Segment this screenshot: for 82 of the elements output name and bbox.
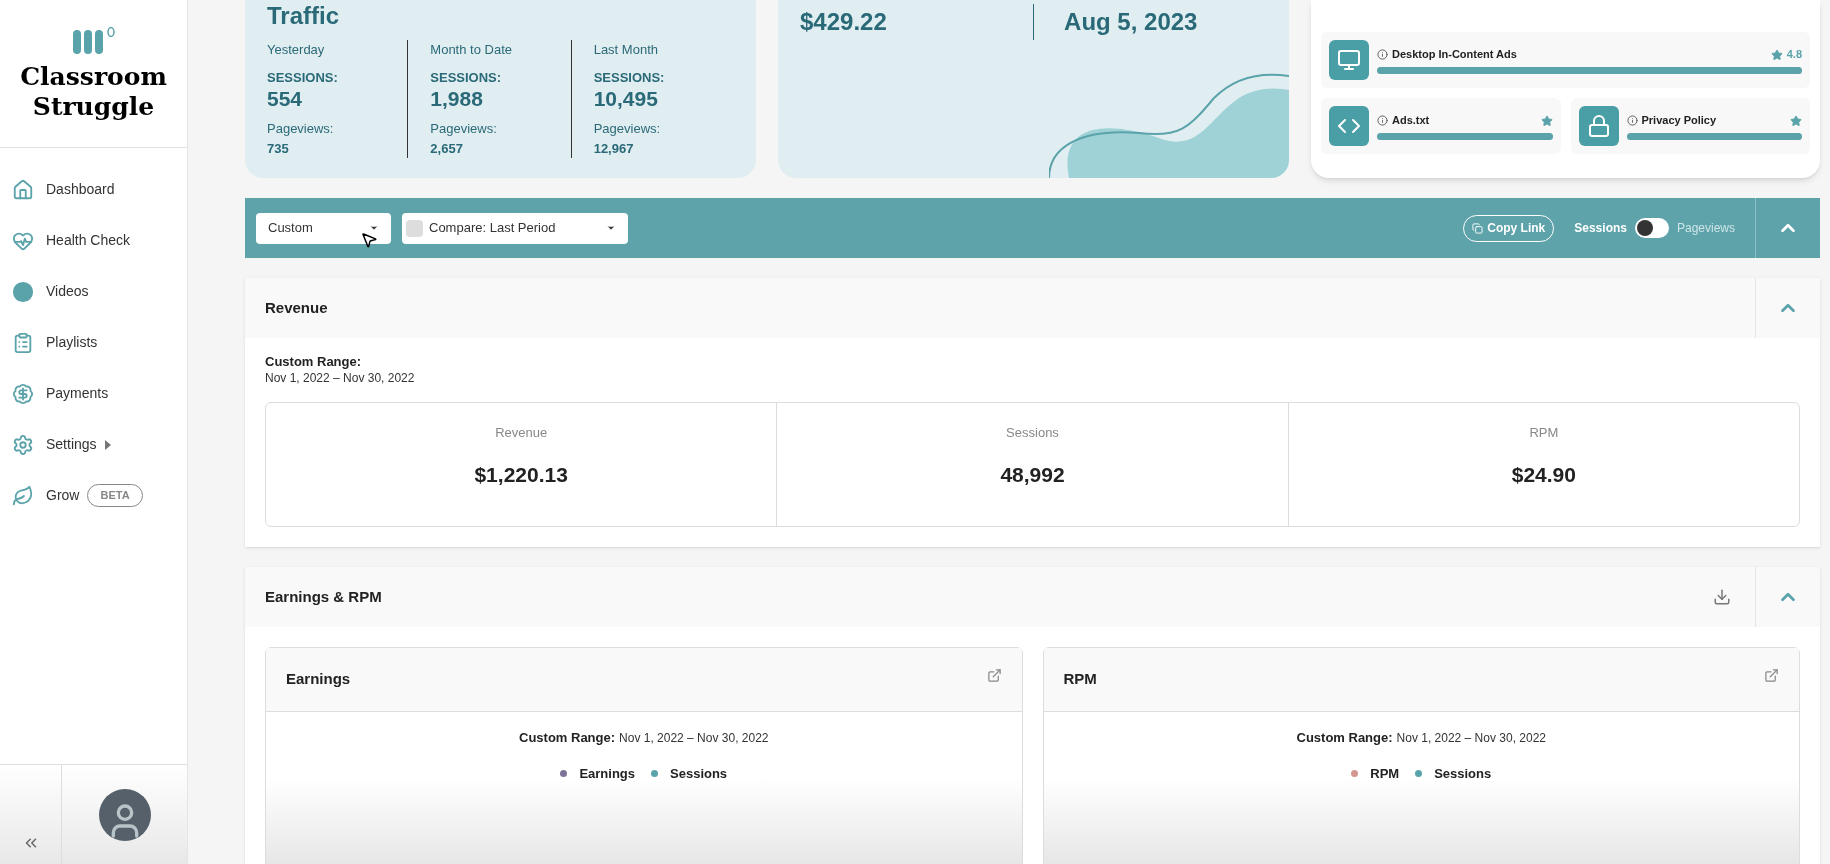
caret-icon	[606, 223, 616, 233]
nav-item[interactable]: Payments	[0, 368, 187, 419]
star-icon	[1790, 114, 1802, 127]
nav-label: Playlists	[46, 333, 98, 352]
nav-item[interactable]: Grow BETA	[0, 470, 187, 521]
legend-label: Earnings	[579, 764, 635, 783]
info-icon[interactable]	[1377, 49, 1388, 60]
pageviews-value: 12,967	[593, 139, 635, 158]
range-text: Nov 1, 2022 – Nov 30, 2022	[265, 370, 416, 386]
stat-value: $24.90	[1511, 461, 1576, 488]
sessions-label: SESSIONS:	[593, 68, 666, 87]
period-label: Month to Date	[430, 41, 513, 59]
card-title: Traffic	[267, 4, 341, 28]
nav-item[interactable]: Videos	[0, 266, 187, 317]
pageviews-label: Pageviews:	[593, 120, 662, 138]
copy-icon	[1472, 222, 1484, 234]
nav-item[interactable]: Playlists	[0, 317, 187, 368]
info-icon[interactable]	[1377, 115, 1388, 126]
pageviews-value: 2,657	[430, 139, 464, 158]
nav-item[interactable]: Dashboard	[0, 164, 187, 215]
nav-label: Dashboard	[46, 180, 115, 199]
period-label: Yesterday	[267, 41, 326, 59]
nav-item[interactable]: Settings	[0, 419, 187, 470]
stat-label: Sessions	[1006, 424, 1059, 442]
checklist-icon	[12, 331, 34, 354]
settings-icon	[12, 433, 34, 456]
sessions-label: SESSIONS:	[430, 68, 503, 87]
pageviews-value: 735	[267, 139, 290, 158]
check-label: Ads.txt	[1392, 113, 1430, 129]
legend-label: Sessions	[670, 764, 728, 783]
toggle-right-label: Pageviews	[1676, 220, 1735, 237]
panel-title: Earnings & RPM	[265, 586, 383, 607]
cursor-icon	[360, 230, 378, 249]
stat-value: $1,220.13	[474, 461, 568, 488]
legend-label: RPM	[1370, 764, 1400, 783]
brand-name: Classroom Struggle	[19, 61, 168, 122]
info-icon[interactable]	[1626, 115, 1638, 126]
panel-title: Revenue	[265, 297, 329, 318]
chart-title: Earnings	[286, 669, 352, 690]
external-link-icon[interactable]	[986, 668, 1002, 683]
stat-value: 48,992	[1000, 461, 1065, 488]
nav-label: Settings	[46, 435, 97, 454]
sessions-value: 1,988	[430, 87, 484, 111]
star-icon	[1770, 48, 1783, 61]
nav-label: Health Check	[46, 231, 131, 250]
sessions-value: 554	[267, 87, 304, 111]
code-icon	[1329, 106, 1369, 146]
stat-label: Revenue	[495, 424, 548, 442]
check-label: Desktop In-Content Ads	[1392, 47, 1517, 63]
stat-label: RPM	[1529, 424, 1559, 442]
pageviews-label: Pageviews:	[267, 120, 335, 138]
stat-value: Aug 5, 2023	[1064, 8, 1198, 35]
score-text: 4.8	[1786, 47, 1802, 63]
compare-dropdown[interactable]: Compare: Last Period	[402, 212, 628, 244]
range-label: Custom Range:	[265, 354, 363, 370]
check-label: Privacy Policy	[1641, 113, 1717, 129]
monitor-icon	[1329, 40, 1369, 80]
lock-icon	[1578, 106, 1619, 146]
star-icon	[1540, 114, 1553, 127]
stat-value: $429.22	[800, 8, 887, 35]
leaf-icon	[12, 484, 34, 507]
view-toggle[interactable]	[1634, 218, 1669, 238]
period-label: Last Month	[593, 41, 659, 59]
range-text: Nov 1, 2022 – Nov 30, 2022	[619, 729, 769, 747]
chart-title: RPM	[1063, 669, 1098, 690]
caret-icon	[369, 223, 379, 233]
nav-label: Grow	[46, 486, 80, 505]
range-text: Nov 1, 2022 – Nov 30, 2022	[1396, 729, 1546, 747]
range-label: Custom Range:	[519, 729, 616, 747]
range-label: Custom Range:	[1296, 729, 1393, 747]
nav-label: Payments	[46, 384, 109, 403]
external-link-icon[interactable]	[1764, 668, 1779, 683]
sessions-value: 10,495	[593, 87, 659, 111]
home-icon	[12, 178, 34, 201]
toggle-left-label: Sessions	[1574, 220, 1627, 237]
download-icon[interactable]	[1713, 588, 1731, 606]
compare-checkbox[interactable]	[406, 219, 423, 237]
nav-label: Videos	[46, 282, 89, 301]
legend-label: Sessions	[1434, 764, 1492, 783]
sessions-label: SESSIONS:	[267, 68, 339, 87]
nav-item[interactable]: Health Check	[0, 215, 187, 266]
pageviews-label: Pageviews:	[430, 120, 498, 138]
